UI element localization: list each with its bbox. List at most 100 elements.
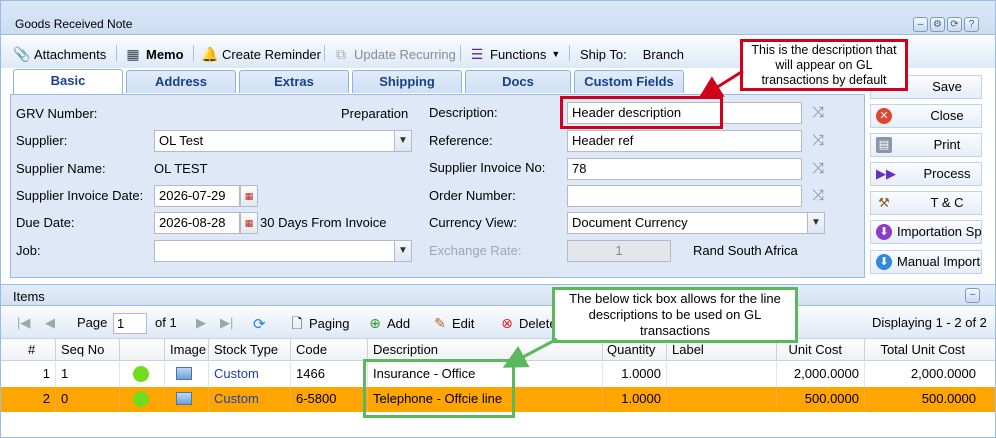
row-image[interactable]	[165, 387, 209, 412]
window-titlebar: Goods Received Note – ⚙ ⟳ ?	[1, 1, 995, 35]
shuffle-icon[interactable]: ⤨	[807, 131, 829, 151]
calendar-icon[interactable]: ▦	[240, 212, 258, 234]
row-stock-type[interactable]: Custom	[209, 362, 291, 387]
help-icon[interactable]: ?	[964, 17, 979, 32]
process-button[interactable]: ▶▶ Process	[870, 162, 982, 186]
supplier-value: OL Test	[159, 133, 204, 148]
manual-import-button[interactable]: ⬇ Manual Importa	[870, 250, 982, 274]
description-label: Description:	[429, 105, 498, 120]
chevron-down-icon[interactable]: ▼	[394, 241, 411, 261]
col-seq-no[interactable]: Seq No	[56, 339, 120, 361]
fast-forward-icon: ▶▶	[876, 166, 896, 181]
refresh-icon[interactable]: ⟳	[253, 315, 266, 333]
paging-label: Paging	[309, 315, 350, 331]
page-label: Page	[77, 315, 108, 330]
terms-conditions-button[interactable]: ⚒ T & C	[870, 191, 982, 215]
row-unit-cost: 2,000.0000	[777, 362, 865, 387]
row-code: 6-5800	[291, 387, 368, 412]
functions-menu-button[interactable]: ☰ Functions ▼	[469, 44, 561, 64]
importation-label: Importation Spl	[897, 224, 982, 239]
memo-button[interactable]: ▦ Memo	[125, 44, 183, 64]
col-number[interactable]: #	[1, 339, 56, 361]
refresh-icon[interactable]: ⟳	[947, 17, 962, 32]
ship-to: Ship To: Branch	[580, 44, 684, 64]
basic-form-panel: GRV Number: Preparation Supplier: OL Tes…	[10, 94, 865, 278]
grv-status: Preparation	[341, 106, 409, 121]
due-date-field[interactable]: 2026-08-28	[154, 212, 240, 234]
shuffle-icon[interactable]: ⤨	[807, 186, 829, 206]
prev-page-icon[interactable]: ◀	[45, 315, 55, 331]
chevron-down-icon[interactable]: ▼	[807, 213, 824, 233]
collapse-icon[interactable]: –	[965, 288, 980, 303]
currency-view-combo[interactable]: Document Currency ▼	[567, 212, 825, 234]
order-number-field[interactable]	[567, 185, 802, 207]
gavel-icon: ⚒	[878, 195, 890, 210]
window-title: Goods Received Note	[15, 17, 133, 31]
tab-basic[interactable]: Basic	[13, 69, 123, 94]
paging-button[interactable]: 🗋 Paging	[289, 315, 349, 331]
paperclip-icon: 📎	[13, 46, 31, 62]
next-page-icon[interactable]: ▶	[196, 315, 206, 331]
close-icon: ✕	[876, 108, 892, 124]
col-status[interactable]	[120, 339, 165, 361]
shuffle-icon[interactable]: ⤨	[807, 159, 829, 179]
row-seq-no: 1	[56, 362, 120, 387]
calendar-icon: ▦	[126, 46, 140, 62]
bell-icon: 🔔	[201, 46, 219, 62]
image-icon	[176, 367, 192, 380]
calendar-icon[interactable]: ▦	[240, 185, 258, 207]
minimize-icon[interactable]: –	[913, 17, 928, 32]
col-total-unit-cost[interactable]: Total Unit Cost	[865, 339, 995, 361]
due-date-label: Due Date:	[16, 215, 75, 230]
supplier-name-label: Supplier Name:	[16, 161, 106, 176]
toolbar-divider	[193, 45, 194, 61]
tab-address[interactable]: Address	[126, 70, 236, 93]
attachments-label: Attachments	[34, 46, 107, 62]
line-description-highlight	[363, 359, 515, 418]
row-stock-type[interactable]: Custom	[209, 387, 291, 412]
update-recurring-button[interactable]: ⧉ Update Recurring	[333, 44, 456, 64]
row-unit-cost: 500.0000	[777, 387, 865, 412]
ship-to-value[interactable]: Branch	[643, 47, 684, 62]
row-image[interactable]	[165, 362, 209, 387]
col-image[interactable]: Image	[165, 339, 209, 361]
add-label: Add	[387, 315, 411, 331]
importation-split-button[interactable]: ⬇ Importation Spl	[870, 220, 982, 244]
attachments-button[interactable]: 📎 Attachments	[13, 44, 106, 64]
last-page-icon[interactable]: ▶|	[220, 315, 233, 331]
tab-shipping[interactable]: Shipping	[352, 70, 462, 93]
create-reminder-button[interactable]: 🔔 Create Reminder	[201, 44, 321, 64]
supplier-invoice-date-label: Supplier Invoice Date:	[16, 188, 144, 203]
supplier-invoice-no-field[interactable]: 78	[567, 158, 802, 180]
delete-item-button[interactable]: ⊗ Delete	[499, 315, 556, 331]
edit-item-button[interactable]: ✎ Edit	[432, 315, 474, 331]
supplier-invoice-date-field[interactable]: 2026-07-29	[154, 185, 240, 207]
gear-icon[interactable]: ⚙	[930, 17, 945, 32]
document-icon: 🗋	[291, 315, 303, 331]
col-stock-type[interactable]: Stock Type	[209, 339, 291, 361]
reference-field[interactable]: Header ref	[567, 130, 802, 152]
supplier-combo[interactable]: OL Test ▼	[154, 130, 412, 152]
chevron-down-icon[interactable]: ▼	[394, 131, 411, 151]
page-count: of 1	[155, 315, 177, 330]
first-page-icon[interactable]: |◀	[17, 315, 30, 331]
tab-extras[interactable]: Extras	[239, 70, 349, 93]
col-code[interactable]: Code	[291, 339, 368, 361]
items-title: Items	[13, 289, 45, 304]
job-combo[interactable]: ▼	[154, 240, 412, 262]
print-button[interactable]: ▤ Print	[870, 133, 982, 157]
page-number-input[interactable]: 1	[113, 313, 147, 334]
row-quantity: 1.0000	[603, 387, 667, 412]
displaying-count: Displaying 1 - 2 of 2	[872, 315, 987, 330]
printer-icon: ▤	[876, 137, 892, 153]
supplier-label: Supplier:	[16, 133, 68, 148]
row-status	[120, 387, 165, 412]
grv-number-label: GRV Number:	[16, 106, 98, 121]
tab-custom-fields[interactable]: Custom Fields	[574, 70, 684, 93]
row-quantity: 1.0000	[603, 362, 667, 387]
tab-docs[interactable]: Docs	[465, 70, 571, 93]
add-item-button[interactable]: ⊕ Add	[367, 315, 410, 331]
supplier-name-value: OL TEST	[154, 161, 208, 176]
close-button[interactable]: ✕ Close	[870, 104, 982, 128]
shuffle-icon[interactable]: ⤨	[807, 103, 829, 123]
